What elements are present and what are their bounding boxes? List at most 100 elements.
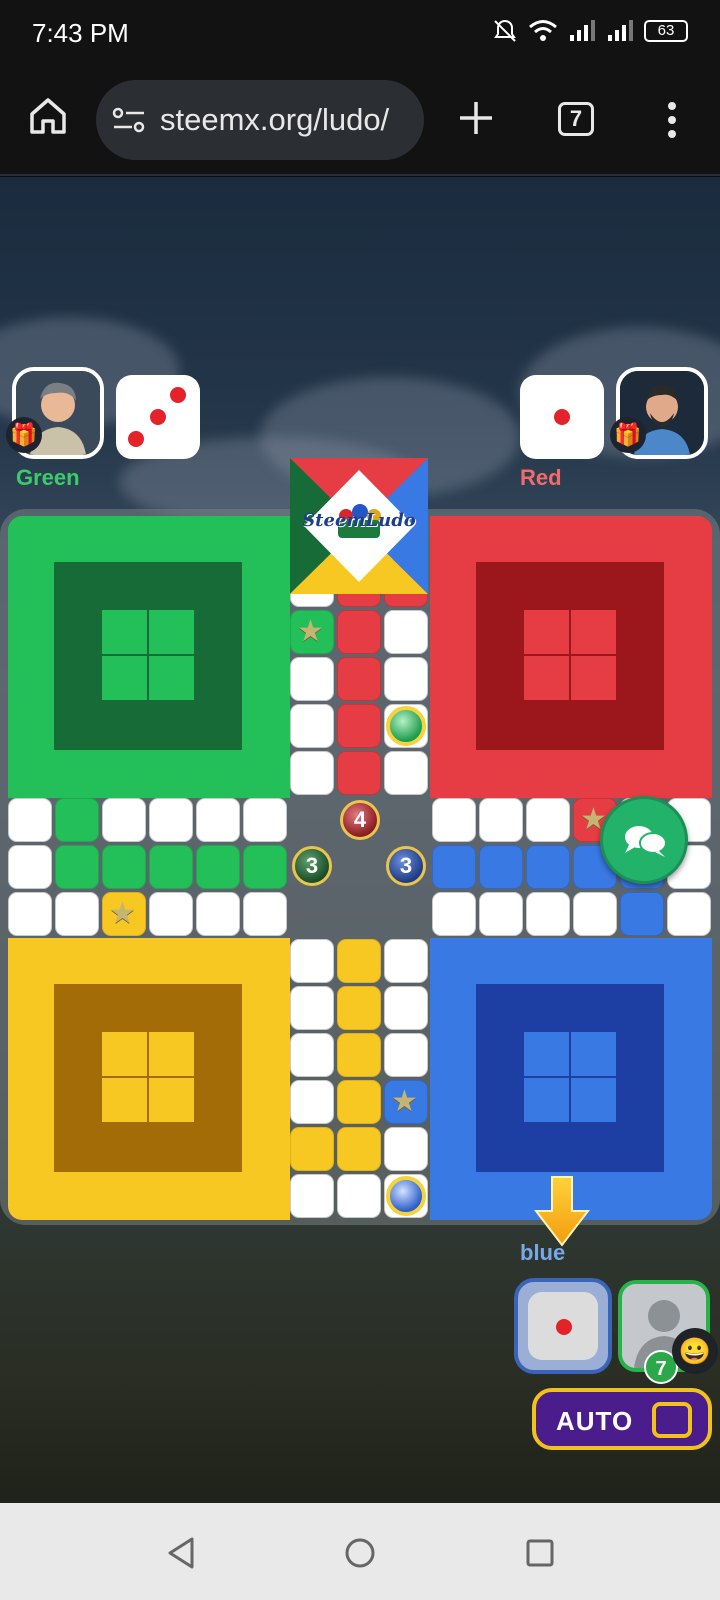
red-dice [520, 375, 604, 459]
board-cell [290, 986, 334, 1030]
auto-play-button[interactable]: AUTO [532, 1388, 712, 1450]
chat-button[interactable] [600, 796, 688, 884]
red-token-stack[interactable]: 4 [340, 800, 380, 840]
tab-switcher-button[interactable]: 7 [558, 102, 594, 136]
board-cell [290, 1174, 334, 1218]
board-cell [55, 845, 99, 889]
blue-player-name: blue [520, 1240, 566, 1265]
board-cell [337, 1080, 381, 1124]
board-cell [479, 798, 523, 842]
more-menu-icon[interactable] [660, 100, 684, 140]
url-text: steemx.org/ludo/ [160, 102, 390, 137]
browser-toolbar: steemx.org/ludo/ 7 [0, 64, 720, 176]
star-icon: ★ [391, 1085, 418, 1118]
board-cell [8, 798, 52, 842]
board-cell [102, 798, 146, 842]
signal-icon [608, 20, 633, 41]
site-settings-icon[interactable] [112, 104, 146, 136]
blue-dice-button[interactable] [514, 1278, 612, 1374]
dice-face [528, 1292, 598, 1360]
board-cell [149, 892, 193, 936]
board-cell [337, 610, 381, 654]
wifi-icon [529, 20, 557, 41]
emoji-button[interactable]: 😀 [672, 1328, 718, 1374]
board-cell [384, 1033, 428, 1077]
yellow-home [8, 938, 290, 1220]
status-bar: 7:43 PM 63 [0, 0, 720, 64]
red-home [430, 516, 712, 798]
board-cell [384, 986, 428, 1030]
bell-off-icon [494, 19, 516, 42]
red-gift-icon[interactable]: 🎁 [610, 417, 646, 453]
board-cell [243, 798, 287, 842]
green-token[interactable] [386, 706, 426, 746]
board-cell [149, 845, 193, 889]
system-nav-bar [0, 1503, 720, 1600]
board-cell [479, 845, 523, 889]
green-gift-icon[interactable]: 🎁 [6, 417, 42, 453]
board-cell [290, 939, 334, 983]
board-cell [432, 892, 476, 936]
board-cell [196, 892, 240, 936]
dice-pip [150, 409, 166, 425]
new-tab-icon[interactable] [456, 98, 496, 138]
board-cell [290, 704, 334, 748]
star-icon: ★ [297, 615, 324, 648]
safe-star-cell: ★ [290, 610, 334, 654]
turn-arrow-icon [534, 1176, 590, 1247]
auto-label: AUTO [556, 1406, 634, 1436]
board-cell [337, 1174, 381, 1218]
board-cell [149, 798, 193, 842]
board-cell [432, 845, 476, 889]
board-cell [384, 657, 428, 701]
blue-token-stack[interactable]: 3 [386, 846, 426, 886]
green-player-name: Green [16, 465, 80, 490]
dice-pip [554, 409, 570, 425]
board-cell [667, 892, 711, 936]
green-home [8, 516, 290, 798]
star-icon: ★ [109, 897, 136, 930]
signal-icon [570, 20, 595, 41]
board-cell [337, 751, 381, 795]
board-cell [102, 845, 146, 889]
board-cell [55, 798, 99, 842]
board-cell [573, 892, 617, 936]
board-cell [384, 939, 428, 983]
board-cell [290, 1127, 334, 1171]
board-cell [290, 751, 334, 795]
board-cell [290, 657, 334, 701]
board-cell [337, 704, 381, 748]
red-player-name: Red [520, 465, 562, 490]
battery-icon: 63 [644, 20, 688, 42]
board-cell [526, 892, 570, 936]
chat-icon [625, 826, 667, 857]
safe-star-cell: ★ [384, 1080, 428, 1124]
board-cell [55, 892, 99, 936]
board-cell [337, 986, 381, 1030]
steemludo-logo: SteemLudo [302, 510, 416, 531]
home-icon[interactable] [26, 94, 70, 138]
green-dice [116, 375, 200, 459]
home-nav-icon[interactable] [340, 1533, 380, 1573]
board-cell [337, 1033, 381, 1077]
board-cell [479, 892, 523, 936]
board-cell [432, 798, 476, 842]
board-cell [337, 939, 381, 983]
board-cell [337, 1127, 381, 1171]
board-cell [384, 1127, 428, 1171]
recents-icon[interactable] [520, 1533, 560, 1573]
board-cell [243, 845, 287, 889]
green-token-stack[interactable]: 3 [292, 846, 332, 886]
address-bar[interactable]: steemx.org/ludo/ [96, 80, 424, 160]
safe-star-cell: ★ [102, 892, 146, 936]
status-icons: 63 [492, 18, 688, 44]
auto-checkbox[interactable] [652, 1402, 692, 1438]
board-cell [290, 1080, 334, 1124]
blue-token[interactable] [386, 1176, 426, 1216]
back-icon[interactable] [162, 1533, 202, 1573]
board-cell [337, 657, 381, 701]
board-cell [290, 1033, 334, 1077]
board-cell [526, 798, 570, 842]
board-cell [526, 845, 570, 889]
board-cell [8, 845, 52, 889]
